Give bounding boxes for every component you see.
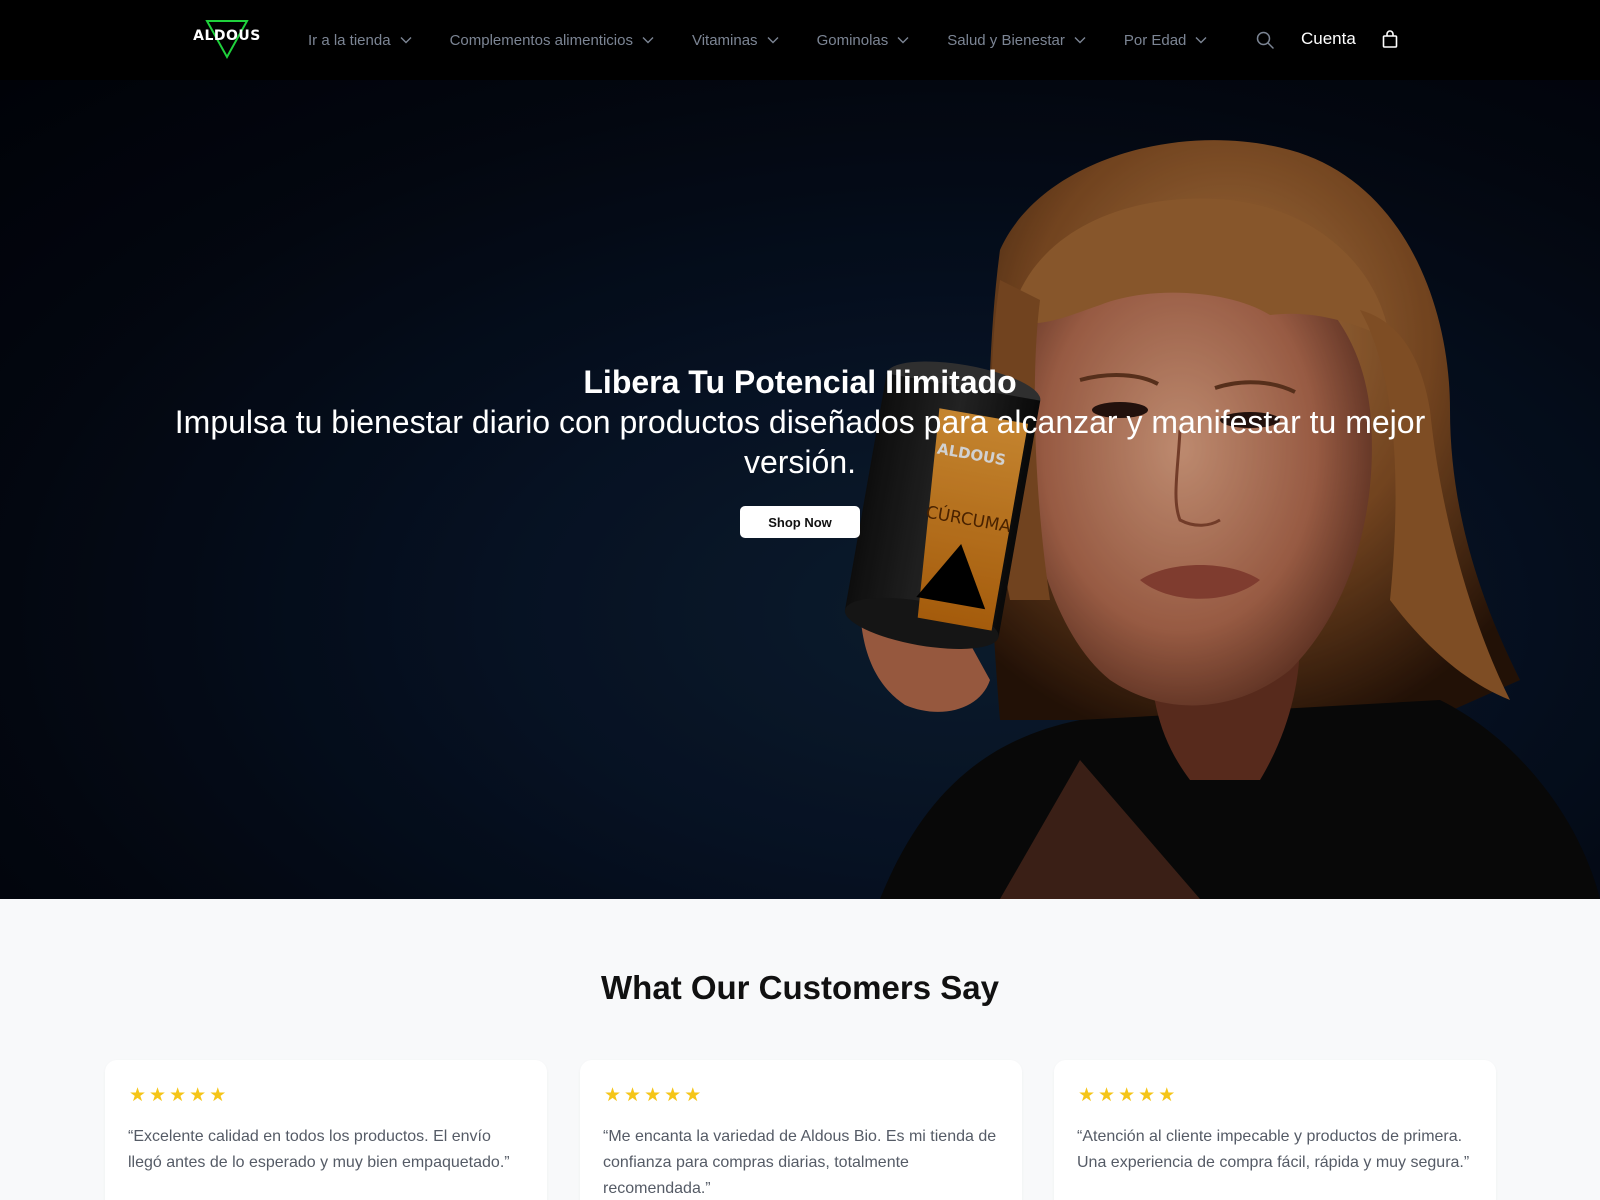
star-icon: ★ (1158, 1085, 1176, 1106)
star-icon: ★ (1098, 1085, 1116, 1106)
star-icon: ★ (1078, 1085, 1096, 1106)
testimonial-quote: “Atención al cliente impecable y product… (1077, 1128, 1470, 1171)
testimonials-section: What Our Customers Say ★ ★ ★ ★ ★ “Excele… (0, 899, 1600, 1200)
testimonial-card: ★ ★ ★ ★ ★ “Atención al cliente impecable… (1054, 1060, 1496, 1200)
nav-item-label: Gominolas (816, 31, 889, 49)
nav-item-por-edad[interactable]: Por Edad (1124, 32, 1208, 49)
testimonials-title: What Our Customers Say (601, 969, 999, 1006)
nav-item-vitaminas[interactable]: Vitaminas (692, 32, 779, 49)
testimonial-card: ★ ★ ★ ★ ★ “Excelente calidad en todos lo… (105, 1060, 547, 1200)
logo-text: ALDOUS (193, 28, 261, 44)
nav-item-label: Complementos alimenticios (449, 31, 633, 49)
site-header: ALDOUS Ir a la tienda Complementos alime… (0, 0, 1600, 80)
testimonial-quote: “Excelente calidad en todos los producto… (128, 1128, 510, 1171)
nav-item-gominolas[interactable]: Gominolas (817, 32, 910, 49)
nav-item-complementos-alimenticios[interactable]: Complementos alimenticios (450, 32, 654, 49)
aldous-logo[interactable]: ALDOUS (191, 18, 263, 60)
star-icon: ★ (149, 1085, 167, 1106)
hero-banner: ALDOUS CÚRCUMA Libera Tu Potencial Ilimi… (0, 80, 1600, 899)
star-icon: ★ (604, 1085, 622, 1106)
main-nav: Ir a la tienda Complementos alimenticios… (308, 0, 1245, 80)
star-rating: ★ ★ ★ ★ ★ (129, 1086, 229, 1106)
star-icon: ★ (169, 1085, 187, 1106)
star-icon: ★ (189, 1085, 207, 1106)
nav-item-ir-a-la-tienda[interactable]: Ir a la tienda (308, 32, 412, 49)
star-icon: ★ (209, 1085, 227, 1106)
star-icon: ★ (644, 1085, 662, 1106)
star-rating: ★ ★ ★ ★ ★ (604, 1086, 704, 1106)
chevron-down-icon (642, 36, 654, 44)
search-icon[interactable] (1255, 30, 1275, 50)
star-icon: ★ (664, 1085, 682, 1106)
chevron-down-icon (400, 36, 412, 44)
star-icon: ★ (624, 1085, 642, 1106)
star-icon: ★ (129, 1085, 147, 1106)
account-link[interactable]: Cuenta (1301, 29, 1356, 49)
hero-subtitle: Impulsa tu bienestar diario con producto… (174, 404, 1426, 480)
nav-item-salud-y-bienestar[interactable]: Salud y Bienestar (947, 32, 1086, 49)
star-rating: ★ ★ ★ ★ ★ (1078, 1086, 1178, 1106)
chevron-down-icon (767, 36, 779, 44)
nav-item-label: Ir a la tienda (308, 31, 391, 49)
nav-item-label: Por Edad (1123, 31, 1187, 49)
testimonial-card: ★ ★ ★ ★ ★ “Me encanta la variedad de Ald… (580, 1060, 1022, 1200)
hero-overlay (0, 80, 1600, 899)
shopping-bag-icon[interactable] (1380, 29, 1400, 49)
chevron-down-icon (897, 36, 909, 44)
star-icon: ★ (1138, 1085, 1156, 1106)
chevron-down-icon (1074, 36, 1086, 44)
star-icon: ★ (1118, 1085, 1136, 1106)
nav-item-label: Salud y Bienestar (947, 31, 1065, 49)
nav-item-label: Vitaminas (691, 31, 758, 49)
chevron-down-icon (1195, 36, 1207, 44)
hero-title: Libera Tu Potencial Ilimitado (583, 364, 1017, 400)
testimonial-quote: “Me encanta la variedad de Aldous Bio. E… (603, 1128, 997, 1197)
shop-now-button[interactable]: Shop Now (740, 506, 860, 538)
star-icon: ★ (684, 1085, 702, 1106)
